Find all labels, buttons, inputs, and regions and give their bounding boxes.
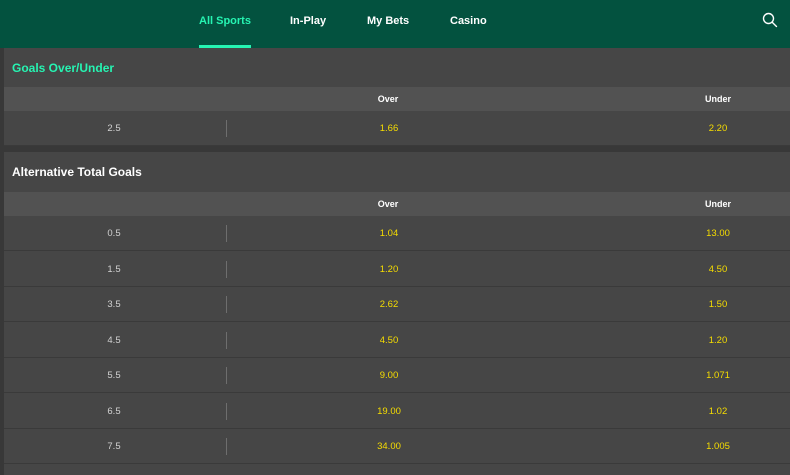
over-odds[interactable]: 1.20 xyxy=(380,252,399,287)
market-row-3-5: 3.5 2.62 1.50 xyxy=(4,287,790,322)
divider xyxy=(226,403,227,420)
market-row-4-5: 4.5 4.50 1.20 xyxy=(4,323,790,358)
col-under-label: Under xyxy=(704,199,732,209)
under-odds[interactable]: 4.50 xyxy=(709,252,728,287)
divider xyxy=(226,367,227,384)
market-row-7-5: 7.5 34.00 1.005 xyxy=(4,429,790,464)
under-odds[interactable]: 1.071 xyxy=(706,358,730,393)
over-odds[interactable]: 4.50 xyxy=(380,323,399,358)
top-navigation-bar: All Sports In-Play My Bets Casino xyxy=(0,0,790,48)
line-label: 3.5 xyxy=(107,299,121,310)
over-odds[interactable]: 34.00 xyxy=(377,429,401,464)
goals-over-under-title[interactable]: Goals Over/Under xyxy=(12,61,114,75)
under-odds[interactable]: 1.02 xyxy=(709,394,728,429)
nav-casino[interactable]: Casino xyxy=(450,0,487,48)
col-over-label: Over xyxy=(377,94,399,104)
under-odds[interactable]: 13.00 xyxy=(706,216,730,251)
goals-over-under-panel: Goals Over/Under Over Under 2.5 1.66 2.2… xyxy=(4,48,790,146)
over-odds[interactable]: 1.04 xyxy=(380,216,399,251)
line-label: 4.5 xyxy=(107,335,121,346)
alternative-total-goals-panel: Alternative Total Goals Over Under 0.5 1… xyxy=(4,152,790,475)
market-row-1-5: 1.5 1.20 4.50 xyxy=(4,252,790,287)
market-row-0-5: 0.5 1.04 13.00 xyxy=(4,216,790,251)
line-label: 0.5 xyxy=(107,228,121,239)
over-odds[interactable]: 19.00 xyxy=(377,394,401,429)
market-row-2-5: 2.5 1.66 2.20 xyxy=(4,111,790,146)
col-under-label: Under xyxy=(704,94,732,104)
line-label: 1.5 xyxy=(107,264,121,275)
line-label: 2.5 xyxy=(107,123,121,134)
search-icon[interactable] xyxy=(762,12,778,28)
line-label: 6.5 xyxy=(107,406,121,417)
divider xyxy=(226,438,227,455)
divider xyxy=(226,332,227,349)
nav-in-play[interactable]: In-Play xyxy=(290,0,326,48)
divider xyxy=(226,225,227,242)
nav-all-sports[interactable]: All Sports xyxy=(199,0,251,48)
divider xyxy=(226,120,227,137)
nav-my-bets[interactable]: My Bets xyxy=(367,0,409,48)
alternative-total-goals-title[interactable]: Alternative Total Goals xyxy=(12,165,142,179)
under-odds[interactable]: 1.20 xyxy=(709,323,728,358)
under-odds[interactable]: 2.20 xyxy=(709,111,728,146)
col-over-label: Over xyxy=(377,199,399,209)
line-label: 5.5 xyxy=(107,370,121,381)
divider xyxy=(226,261,227,278)
over-odds[interactable]: 1.66 xyxy=(380,111,399,146)
over-odds[interactable]: 2.62 xyxy=(380,287,399,322)
divider xyxy=(226,296,227,313)
market-row-6-5: 6.5 19.00 1.02 xyxy=(4,394,790,429)
line-label: 7.5 xyxy=(107,441,121,452)
under-odds[interactable]: 1.005 xyxy=(706,429,730,464)
column-header: Over Under xyxy=(4,87,790,111)
under-odds[interactable]: 1.50 xyxy=(709,287,728,322)
over-odds[interactable]: 9.00 xyxy=(380,358,399,393)
column-header: Over Under xyxy=(4,192,790,216)
market-row-5-5: 5.5 9.00 1.071 xyxy=(4,358,790,393)
